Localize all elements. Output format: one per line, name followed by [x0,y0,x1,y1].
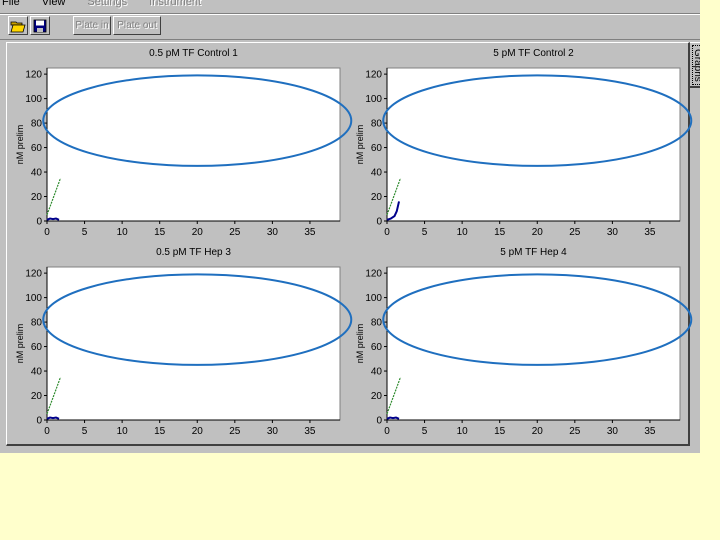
x-tick-label: 35 [304,227,316,238]
x-tick-label: 20 [532,426,544,437]
save-button[interactable] [30,16,50,35]
plot-area [46,67,341,222]
plot-area [386,67,681,222]
y-tick-label: 40 [371,367,383,378]
y-tick-label: 80 [371,318,383,329]
y-tick-label: 20 [31,192,43,203]
y-axis-label: nM prelim [355,125,365,165]
y-tick-label: 20 [31,391,43,402]
x-tick-label: 5 [82,426,88,437]
x-tick-label: 0 [44,227,50,238]
menu-file[interactable]: File [2,0,20,9]
y-tick-label: 40 [371,168,383,179]
y-tick-label: 120 [365,269,382,280]
x-tick-label: 10 [457,426,469,437]
x-tick-label: 15 [494,227,506,238]
y-tick-label: 100 [25,94,42,105]
x-tick-label: 20 [192,426,204,437]
y-tick-label: 0 [376,217,382,228]
y-tick-label: 60 [371,143,383,154]
graph-title: 5 pM TF Control 2 [493,48,574,59]
application-window: File View Settings Instrument Plate in P… [0,0,700,453]
x-tick-label: 25 [229,227,241,238]
menu-view[interactable]: View [42,0,66,9]
y-tick-label: 20 [371,391,383,402]
graph-hep-4: 5 pM TF Hep 4 nM prelim 0 20 40 60 80 100 120 0 5 1… [355,247,693,437]
x-tick-label: 5 [422,227,428,238]
plot-area [46,266,341,421]
y-tick-label: 20 [371,192,383,203]
y-tick-label: 100 [25,293,42,304]
x-tick-label: 0 [384,426,390,437]
graph-title: 0.5 pM TF Control 1 [149,48,238,59]
y-tick-label: 120 [25,269,42,280]
x-tick-label: 35 [644,227,656,238]
graph-hep-3: 0.5 pM TF Hep 3 nM prelim 0 20 40 60 80 100 120 0… [15,247,353,437]
menu-settings[interactable]: Settings [87,0,127,9]
y-axis-label: nM prelim [355,324,365,364]
tab-graphs[interactable]: Graphs [690,42,700,88]
y-tick-label: 100 [365,293,382,304]
menu-instrument[interactable]: Instrument [149,0,201,9]
x-tick-label: 0 [384,227,390,238]
series-navy-trace [46,217,60,221]
x-tick-label: 5 [422,426,428,437]
plate-out-button[interactable]: Plate out [113,16,161,35]
graph-title: 0.5 pM TF Hep 3 [156,247,231,258]
y-tick-label: 60 [371,342,383,353]
x-tick-label: 25 [229,426,241,437]
plot-area [386,266,681,421]
y-axis-label: nM prelim [15,324,25,364]
open-button[interactable] [8,16,28,35]
x-tick-label: 30 [607,227,619,238]
y-tick-label: 120 [25,70,42,81]
x-tick-label: 15 [154,426,166,437]
floppy-disk-icon [33,19,47,32]
x-tick-label: 35 [304,426,316,437]
x-tick-label: 25 [569,426,581,437]
series-navy-trace [386,416,400,420]
x-tick-label: 35 [644,426,656,437]
menu-bar: File View Settings Instrument [0,0,700,11]
y-tick-label: 100 [365,94,382,105]
x-tick-label: 15 [154,227,166,238]
plate-in-button[interactable]: Plate in [73,16,111,35]
y-tick-label: 40 [31,168,43,179]
x-tick-label: 30 [267,426,279,437]
x-tick-label: 5 [82,227,88,238]
y-tick-label: 0 [376,416,382,427]
x-tick-label: 15 [494,426,506,437]
graph-control-1: 0.5 pM TF Control 1nM prelim020406080100… [15,48,353,238]
x-tick-label: 20 [532,227,544,238]
y-axis-label: nM prelim [15,125,25,165]
folder-open-icon [10,21,26,32]
x-tick-label: 30 [607,426,619,437]
x-tick-label: 0 [44,426,50,437]
x-tick-label: 10 [117,227,129,238]
toolbar: Plate in Plate out [0,15,700,37]
y-tick-label: 120 [365,70,382,81]
y-tick-label: 40 [31,367,43,378]
x-tick-label: 10 [457,227,469,238]
y-tick-label: 80 [371,119,383,130]
graph-title: 5 pM TF Hep 4 [500,247,567,258]
y-tick-label: 60 [31,143,43,154]
x-tick-label: 20 [192,227,204,238]
x-tick-label: 25 [569,227,581,238]
x-tick-label: 30 [267,227,279,238]
y-tick-label: 80 [31,318,43,329]
y-tick-label: 80 [31,119,43,130]
tab-graphs-label: Graphs [692,45,700,85]
y-tick-label: 0 [36,217,42,228]
y-tick-label: 60 [31,342,43,353]
graph-control-2: 5 pM TF Control 2nM prelim02040608010012… [355,48,693,238]
y-tick-label: 0 [36,416,42,427]
toolbar-separator [0,39,700,40]
x-tick-label: 10 [117,426,129,437]
series-navy-trace [46,416,60,420]
